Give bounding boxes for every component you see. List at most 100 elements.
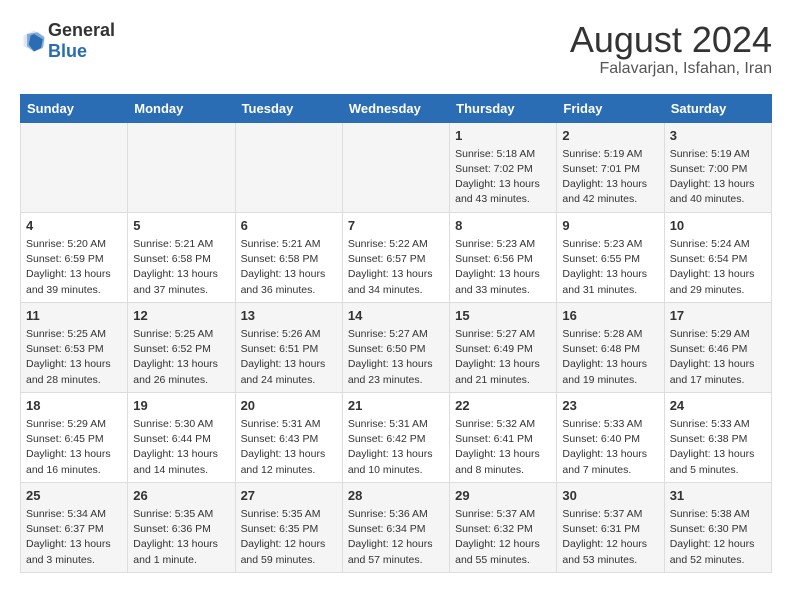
day-info: Sunset: 6:58 PM — [241, 252, 337, 267]
week-row-2: 4Sunrise: 5:20 AMSunset: 6:59 PMDaylight… — [21, 212, 772, 302]
day-info: Daylight: 13 hours — [455, 177, 551, 192]
title-section: August 2024 Falavarjan, Isfahan, Iran — [570, 20, 772, 78]
day-info: Sunrise: 5:37 AM — [562, 507, 658, 522]
week-row-3: 11Sunrise: 5:25 AMSunset: 6:53 PMDayligh… — [21, 302, 772, 392]
calendar-cell: 9Sunrise: 5:23 AMSunset: 6:55 PMDaylight… — [557, 212, 664, 302]
day-number: 16 — [562, 307, 658, 325]
day-info: and 7 minutes. — [562, 463, 658, 478]
day-number: 25 — [26, 487, 122, 505]
calendar-cell: 12 Sunrise: 5:25 AMSunset: 6:52 PMDayligh… — [128, 302, 235, 392]
day-info: Sunset: 6:56 PM — [455, 252, 551, 267]
day-info: Sunset: 6:57 PM — [348, 252, 444, 267]
day-info: Sunset: 6:35 PM — [241, 522, 337, 537]
day-info: Daylight: 13 hours — [241, 447, 337, 462]
day-info: Sunrise: 5:23 AM — [455, 237, 551, 252]
day-info: Sunrise: 5:25 AM — [133, 327, 229, 342]
day-number: 7 — [348, 217, 444, 235]
calendar-cell: 2Sunrise: 5:19 AMSunset: 7:01 PMDaylight… — [557, 122, 664, 212]
day-number: 15 — [455, 307, 551, 325]
day-number: 3 — [670, 127, 766, 145]
day-info: and 59 minutes. — [241, 553, 337, 568]
calendar-cell: 17Sunrise: 5:29 AMSunset: 6:46 PMDayligh… — [664, 302, 771, 392]
day-info: Sunrise: 5:23 AM — [562, 237, 658, 252]
day-info: Sunrise: 5:24 AM — [670, 237, 766, 252]
day-info: Daylight: 13 hours — [26, 267, 122, 282]
calendar-cell: 21Sunrise: 5:31 AMSunset: 6:42 PMDayligh… — [342, 392, 449, 482]
day-info: and 36 minutes. — [241, 283, 337, 298]
calendar-cell: 3Sunrise: 5:19 AMSunset: 7:00 PMDaylight… — [664, 122, 771, 212]
day-info: and 40 minutes. — [670, 192, 766, 207]
main-title: August 2024 — [570, 20, 772, 60]
day-info: Daylight: 13 hours — [133, 357, 229, 372]
weekday-header-tuesday: Tuesday — [235, 94, 342, 122]
weekday-header-saturday: Saturday — [664, 94, 771, 122]
calendar-cell: 25Sunrise: 5:34 AMSunset: 6:37 PMDayligh… — [21, 482, 128, 572]
week-row-4: 18Sunrise: 5:29 AMSunset: 6:45 PMDayligh… — [21, 392, 772, 482]
day-info: and 16 minutes. — [26, 463, 122, 478]
day-number: 14 — [348, 307, 444, 325]
day-info: Daylight: 12 hours — [348, 537, 444, 552]
day-number: 13 — [241, 307, 337, 325]
day-info: and 55 minutes. — [455, 553, 551, 568]
day-number: 21 — [348, 397, 444, 415]
logo-general-text: General — [48, 20, 115, 40]
day-info: and 17 minutes. — [670, 373, 766, 388]
day-info: and 19 minutes. — [562, 373, 658, 388]
calendar-cell: 29Sunrise: 5:37 AMSunset: 6:32 PMDayligh… — [450, 482, 557, 572]
calendar-cell: 16Sunrise: 5:28 AMSunset: 6:48 PMDayligh… — [557, 302, 664, 392]
day-info: Daylight: 13 hours — [455, 267, 551, 282]
weekday-header-thursday: Thursday — [450, 94, 557, 122]
day-info: Daylight: 13 hours — [670, 357, 766, 372]
day-info: and 14 minutes. — [133, 463, 229, 478]
calendar-cell: 18Sunrise: 5:29 AMSunset: 6:45 PMDayligh… — [21, 392, 128, 482]
day-info: Sunrise: 5:38 AM — [670, 507, 766, 522]
day-info: Daylight: 13 hours — [562, 447, 658, 462]
day-info: and 28 minutes. — [26, 373, 122, 388]
day-number: 11 — [26, 307, 122, 325]
day-info: Sunrise: 5:21 AM — [133, 237, 229, 252]
day-info: Sunrise: 5:29 AM — [670, 327, 766, 342]
calendar-cell: 24Sunrise: 5:33 AMSunset: 6:38 PMDayligh… — [664, 392, 771, 482]
day-info: Daylight: 13 hours — [562, 177, 658, 192]
day-info: Daylight: 13 hours — [26, 357, 122, 372]
day-info: and 53 minutes. — [562, 553, 658, 568]
day-info: Sunset: 6:40 PM — [562, 432, 658, 447]
logo-blue-text: Blue — [48, 41, 87, 61]
day-info: Sunset: 6:46 PM — [670, 342, 766, 357]
day-info: Sunset: 6:37 PM — [26, 522, 122, 537]
day-info: Daylight: 13 hours — [133, 537, 229, 552]
day-number: 27 — [241, 487, 337, 505]
day-info: Daylight: 13 hours — [670, 267, 766, 282]
day-info: Sunrise: 5:34 AM — [26, 507, 122, 522]
day-number: 26 — [133, 487, 229, 505]
day-info: Sunset: 6:58 PM — [133, 252, 229, 267]
calendar-cell: 19Sunrise: 5:30 AMSunset: 6:44 PMDayligh… — [128, 392, 235, 482]
calendar-cell: 7Sunrise: 5:22 AMSunset: 6:57 PMDaylight… — [342, 212, 449, 302]
day-info: and 29 minutes. — [670, 283, 766, 298]
day-info: Sunrise: 5:21 AM — [241, 237, 337, 252]
day-info: and 21 minutes. — [455, 373, 551, 388]
day-info: Sunset: 6:52 PM — [133, 342, 229, 357]
day-number: 19 — [133, 397, 229, 415]
calendar-cell: 27Sunrise: 5:35 AMSunset: 6:35 PMDayligh… — [235, 482, 342, 572]
calendar-cell: 5Sunrise: 5:21 AMSunset: 6:58 PMDaylight… — [128, 212, 235, 302]
day-number: 24 — [670, 397, 766, 415]
day-info: Sunrise: 5:33 AM — [670, 417, 766, 432]
day-info: Daylight: 12 hours — [455, 537, 551, 552]
day-number: 1 — [455, 127, 551, 145]
day-info: and 24 minutes. — [241, 373, 337, 388]
weekday-header-row: SundayMondayTuesdayWednesdayThursdayFrid… — [21, 94, 772, 122]
day-info: Sunset: 7:02 PM — [455, 162, 551, 177]
day-number: 12 — [133, 307, 229, 325]
weekday-header-wednesday: Wednesday — [342, 94, 449, 122]
day-info: Sunrise: 5:35 AM — [241, 507, 337, 522]
day-info: Daylight: 13 hours — [133, 447, 229, 462]
day-info: Sunset: 6:31 PM — [562, 522, 658, 537]
header: General Blue August 2024 Falavarjan, Isf… — [20, 20, 772, 78]
day-info: Sunrise: 5:37 AM — [455, 507, 551, 522]
day-info: Sunset: 7:01 PM — [562, 162, 658, 177]
day-info: and 1 minute. — [133, 553, 229, 568]
weekday-header-monday: Monday — [128, 94, 235, 122]
day-number: 5 — [133, 217, 229, 235]
day-info: Sunrise: 5:31 AM — [241, 417, 337, 432]
